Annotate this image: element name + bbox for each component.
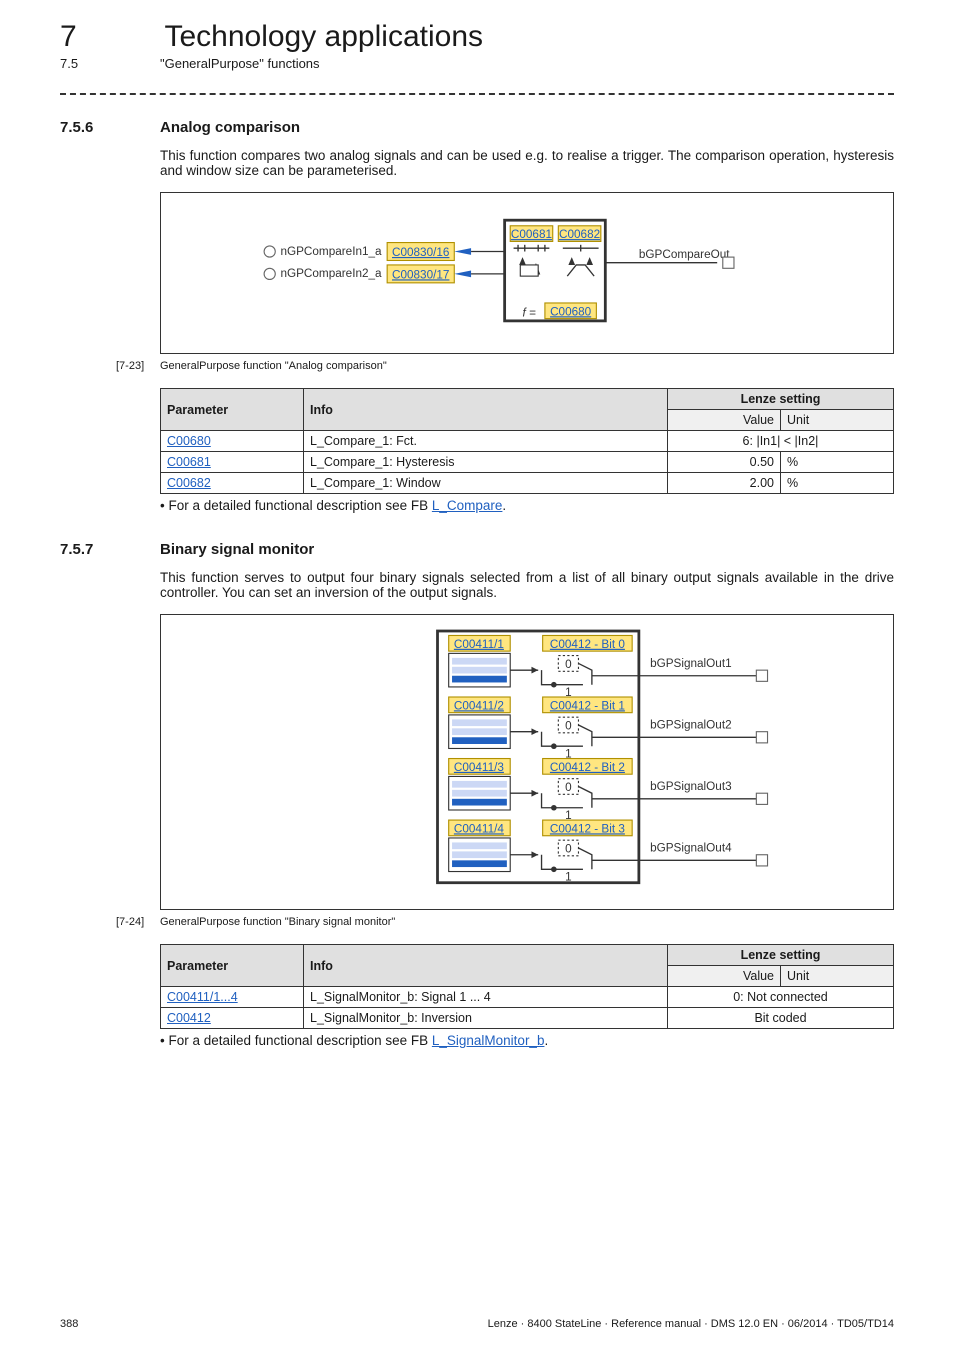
svg-text:C00681: C00681 bbox=[511, 228, 552, 241]
col-info: Info bbox=[304, 389, 668, 431]
subsection-heading: 7.5.6 Analog comparison bbox=[60, 119, 894, 136]
svg-text:C00412 - Bit 1: C00412 - Bit 1 bbox=[550, 699, 625, 712]
note: • For a detailed functional description … bbox=[160, 1033, 894, 1048]
col-param: Parameter bbox=[161, 945, 304, 987]
page: 7 Technology applications 7.5 "GeneralPu… bbox=[0, 0, 954, 1350]
section-heading: 7.5 "GeneralPurpose" functions bbox=[60, 56, 894, 71]
cell-value: 2.00 bbox=[668, 473, 781, 494]
note-prefix: • For a detailed functional description … bbox=[160, 498, 432, 513]
note-prefix: • For a detailed functional description … bbox=[160, 1033, 432, 1048]
chapter-number: 7 bbox=[60, 20, 160, 54]
cell-info: L_Compare_1: Hysteresis bbox=[304, 452, 668, 473]
figure-number: [7-23] bbox=[116, 360, 160, 372]
svg-text:bGPSignalOut4: bGPSignalOut4 bbox=[650, 841, 732, 854]
svg-text:bGPSignalOut1: bGPSignalOut1 bbox=[650, 657, 732, 670]
separator bbox=[60, 93, 894, 95]
subsection-number: 7.5.6 bbox=[60, 119, 160, 136]
figure-caption: [7-23] GeneralPurpose function "Analog c… bbox=[60, 360, 894, 372]
footer-meta: Lenze · 8400 StateLine · Reference manua… bbox=[488, 1318, 894, 1330]
svg-text:nGPCompareIn1_a: nGPCompareIn1_a bbox=[280, 245, 382, 258]
table-row: C00412 L_SignalMonitor_b: Inversion Bit … bbox=[161, 1008, 894, 1029]
intro-text: This function serves to output four bina… bbox=[160, 570, 894, 600]
svg-text:f =: f = bbox=[523, 306, 537, 319]
svg-text:bGPSignalOut2: bGPSignalOut2 bbox=[650, 718, 732, 731]
svg-text:C00412 - Bit 2: C00412 - Bit 2 bbox=[550, 761, 625, 774]
chapter-title: Technology applications bbox=[164, 20, 483, 53]
subsection-number: 7.5.7 bbox=[60, 541, 160, 558]
col-setting: Lenze setting bbox=[668, 945, 894, 966]
svg-text:0: 0 bbox=[565, 658, 572, 671]
table-row: C00682 L_Compare_1: Window 2.00 % bbox=[161, 473, 894, 494]
table-row: C00680 L_Compare_1: Fct. 6: |In1| < |In2… bbox=[161, 431, 894, 452]
col-param: Parameter bbox=[161, 389, 304, 431]
figure-binary-monitor: C00411/1 C00412 - Bit 0 0 1 bGPSignalOut… bbox=[160, 614, 894, 910]
cell-info: L_SignalMonitor_b: Signal 1 ... 4 bbox=[304, 987, 668, 1008]
param-link[interactable]: C00411/1...4 bbox=[167, 990, 238, 1004]
intro-text: This function compares two analog signal… bbox=[160, 148, 894, 178]
param-table-2: Parameter Info Lenze setting Value Unit … bbox=[160, 944, 894, 1029]
svg-text:C00412 - Bit 0: C00412 - Bit 0 bbox=[550, 638, 625, 651]
svg-text:0: 0 bbox=[565, 781, 572, 794]
note-suffix: . bbox=[502, 498, 506, 513]
svg-text:C00411/2: C00411/2 bbox=[454, 699, 504, 712]
note: • For a detailed functional description … bbox=[160, 498, 894, 513]
subsection-title: Analog comparison bbox=[160, 119, 300, 136]
svg-text:C00411/4: C00411/4 bbox=[454, 822, 504, 835]
table-row: C00411/1...4 L_SignalMonitor_b: Signal 1… bbox=[161, 987, 894, 1008]
cell-info: L_SignalMonitor_b: Inversion bbox=[304, 1008, 668, 1029]
cell-info: L_Compare_1: Fct. bbox=[304, 431, 668, 452]
param-link[interactable]: C00681 bbox=[167, 455, 211, 469]
col-setting: Lenze setting bbox=[668, 389, 894, 410]
col-value: Value bbox=[668, 966, 781, 987]
svg-text:C00411/3: C00411/3 bbox=[454, 761, 504, 774]
col-unit: Unit bbox=[781, 966, 894, 987]
figure-text: GeneralPurpose function "Analog comparis… bbox=[160, 360, 387, 372]
param-link[interactable]: C00412 bbox=[167, 1011, 211, 1025]
svg-text:C00830/17: C00830/17 bbox=[392, 268, 449, 281]
svg-text:nGPCompareIn2_a: nGPCompareIn2_a bbox=[280, 267, 382, 280]
svg-text:bGPSignalOut3: bGPSignalOut3 bbox=[650, 780, 732, 793]
subsection-heading: 7.5.7 Binary signal monitor bbox=[60, 541, 894, 558]
fb-link[interactable]: L_Compare bbox=[432, 498, 503, 513]
cell-info: L_Compare_1: Window bbox=[304, 473, 668, 494]
svg-text:C00680: C00680 bbox=[550, 305, 592, 318]
section-number: 7.5 bbox=[60, 56, 160, 71]
param-link[interactable]: C00680 bbox=[167, 434, 211, 448]
svg-text:C00412 - Bit 3: C00412 - Bit 3 bbox=[550, 822, 625, 835]
cell-value: 0.50 bbox=[668, 452, 781, 473]
cell-value: 0: Not connected bbox=[668, 987, 894, 1008]
svg-text:1: 1 bbox=[565, 871, 572, 884]
table-row: C00681 L_Compare_1: Hysteresis 0.50 % bbox=[161, 452, 894, 473]
fb-link[interactable]: L_SignalMonitor_b bbox=[432, 1033, 545, 1048]
param-link[interactable]: C00682 bbox=[167, 476, 211, 490]
figure-text: GeneralPurpose function "Binary signal m… bbox=[160, 916, 395, 928]
svg-text:C00411/1: C00411/1 bbox=[454, 638, 504, 651]
svg-text:0: 0 bbox=[565, 720, 572, 733]
svg-text:bGPCompareOut: bGPCompareOut bbox=[639, 248, 730, 261]
chapter-heading: 7 Technology applications bbox=[60, 20, 894, 54]
svg-text:0: 0 bbox=[565, 843, 572, 856]
col-value: Value bbox=[668, 410, 781, 431]
cell-unit: % bbox=[781, 473, 894, 494]
col-unit: Unit bbox=[781, 410, 894, 431]
cell-unit: % bbox=[781, 452, 894, 473]
figure-analog-comparison: nGPCompareIn1_a nGPCompareIn2_a C00830/1… bbox=[160, 192, 894, 354]
param-table-1: Parameter Info Lenze setting Value Unit … bbox=[160, 388, 894, 494]
cell-value: 6: |In1| < |In2| bbox=[668, 431, 894, 452]
note-suffix: . bbox=[544, 1033, 548, 1048]
footer: 388 Lenze · 8400 StateLine · Reference m… bbox=[60, 1318, 894, 1330]
svg-text:C00682: C00682 bbox=[559, 228, 600, 241]
svg-text:C00830/16: C00830/16 bbox=[392, 246, 450, 259]
subsection-title: Binary signal monitor bbox=[160, 541, 314, 558]
section-title: "GeneralPurpose" functions bbox=[160, 56, 320, 71]
figure-number: [7-24] bbox=[116, 916, 160, 928]
col-info: Info bbox=[304, 945, 668, 987]
page-number: 388 bbox=[60, 1318, 78, 1330]
figure-caption: [7-24] GeneralPurpose function "Binary s… bbox=[60, 916, 894, 928]
cell-value: Bit coded bbox=[668, 1008, 894, 1029]
